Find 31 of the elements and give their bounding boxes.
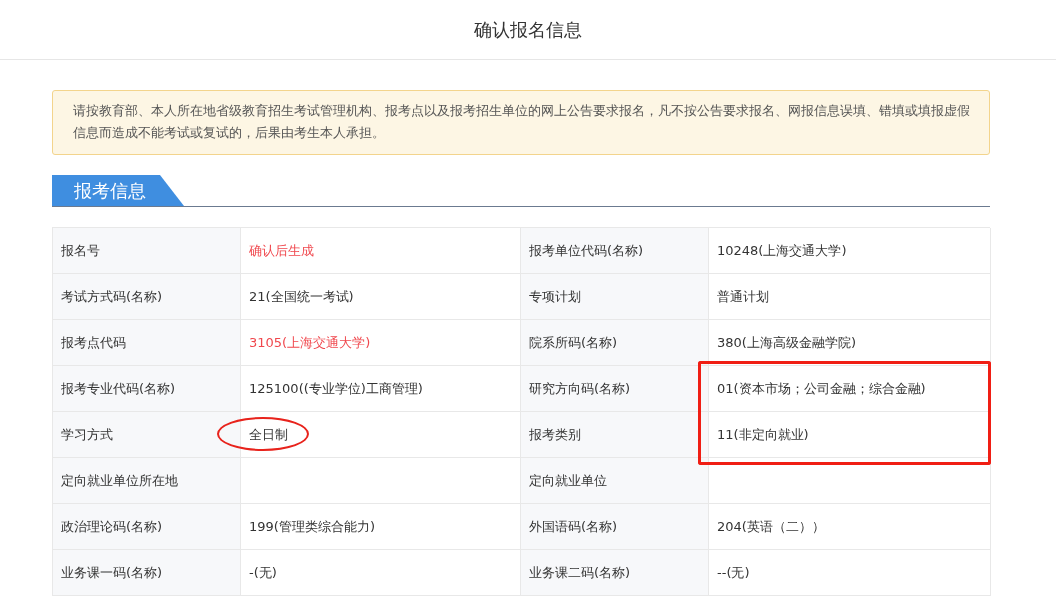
field-label: 外国语码(名称) [521,504,709,550]
field-value: 3105(上海交通大学) [241,320,521,366]
field-label: 考试方式码(名称) [53,274,241,320]
field-value: 确认后生成 [241,228,521,274]
field-label: 定向就业单位所在地 [53,458,241,504]
field-label: 政治理论码(名称) [53,504,241,550]
field-label: 报名号 [53,228,241,274]
field-label: 报考点代码 [53,320,241,366]
field-label: 报考类别 [521,412,709,458]
field-label: 报考单位代码(名称) [521,228,709,274]
field-label: 业务课二码(名称) [521,550,709,596]
field-value: 普通计划 [709,274,991,320]
field-value: 204(英语（二）） [709,504,991,550]
field-label: 院系所码(名称) [521,320,709,366]
notice-message: 请按教育部、本人所在地省级教育招生考试管理机构、报考点以及报考招生单位的网上公告要求报名，凡不按公告要求报名、网报信息误填、错填或填报虚假信息而造成不能考试或复试的，后果由考生本人承担。 [52,90,990,155]
field-value: 全日制 [241,412,521,458]
page-title: 确认报名信息 [474,17,582,42]
field-value: 199(管理类综合能力) [241,504,521,550]
field-value: 380(上海高级金融学院) [709,320,991,366]
field-label: 定向就业单位 [521,458,709,504]
field-value: 10248(上海交通大学) [709,228,991,274]
field-value: 21(全国统一考试) [241,274,521,320]
field-value: 125100((专业学位)工商管理) [241,366,521,412]
field-label: 业务课一码(名称) [53,550,241,596]
field-label: 学习方式 [53,412,241,458]
field-value: --(无) [709,550,991,596]
section-heading: 报考信息 [52,175,184,206]
field-label: 研究方向码(名称) [521,366,709,412]
field-value: -(无) [241,550,521,596]
field-label: 报考专业代码(名称) [53,366,241,412]
field-label: 专项计划 [521,274,709,320]
